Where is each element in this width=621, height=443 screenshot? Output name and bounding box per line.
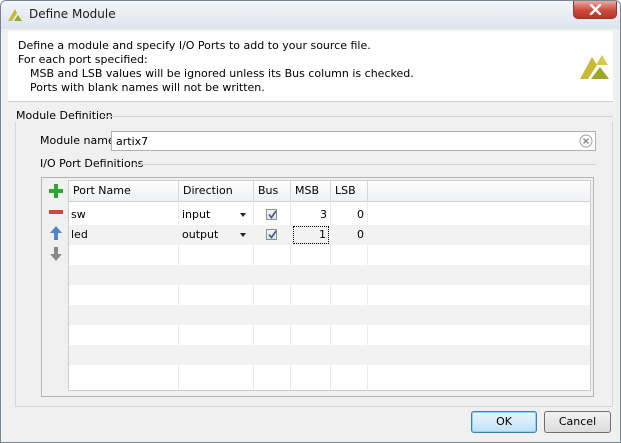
remove-icon[interactable] — [47, 203, 65, 221]
msb-cell[interactable]: 3 — [291, 205, 331, 225]
title-bar[interactable]: Define Module — [1, 1, 620, 29]
table-header: Port Name Direction Bus MSB LSB — [69, 181, 590, 202]
table-row[interactable] — [69, 365, 590, 385]
port-name-cell[interactable]: led — [71, 225, 177, 245]
table-row[interactable]: sw input 3 0 — [69, 205, 590, 225]
header-line: Define a module and specify I/O Ports to… — [18, 39, 371, 52]
ok-button[interactable]: OK — [471, 411, 537, 433]
port-name-cell[interactable]: sw — [71, 205, 177, 225]
table-row[interactable] — [69, 245, 590, 265]
close-button[interactable] — [573, 1, 617, 19]
table-row[interactable] — [69, 325, 590, 345]
define-module-dialog: Define Module Define a module and specif… — [0, 0, 621, 443]
module-definition-title: Module Definition — [16, 109, 113, 122]
bus-checkbox[interactable] — [266, 229, 277, 240]
ports-table[interactable]: Port Name Direction Bus MSB LSB sw input… — [68, 180, 591, 391]
table-row[interactable] — [69, 305, 590, 325]
move-up-icon[interactable] — [47, 224, 65, 242]
column-header-direction[interactable]: Direction — [179, 181, 254, 201]
table-row[interactable] — [69, 285, 590, 305]
table-row[interactable] — [69, 345, 590, 365]
module-name-value: artix7 — [116, 135, 149, 148]
add-icon[interactable] — [47, 182, 65, 200]
move-down-icon[interactable] — [47, 245, 65, 263]
chevron-down-icon[interactable] — [240, 213, 246, 217]
check-icon — [268, 210, 277, 219]
port-definitions-panel: Port Name Direction Bus MSB LSB sw input… — [41, 177, 594, 397]
check-icon — [268, 230, 277, 239]
direction-select[interactable]: input — [182, 205, 242, 225]
close-icon — [589, 4, 602, 15]
lsb-cell[interactable]: 0 — [331, 205, 368, 225]
direction-select[interactable]: output — [182, 225, 242, 245]
module-name-label: Module name: — [40, 134, 119, 147]
chevron-down-icon[interactable] — [240, 233, 246, 237]
table-row[interactable] — [69, 265, 590, 285]
header-panel: Define a module and specify I/O Ports to… — [8, 31, 613, 102]
column-header-lsb[interactable]: LSB — [331, 181, 368, 201]
column-header-bus[interactable]: Bus — [254, 181, 291, 201]
header-line: Ports with blank names will not be writt… — [30, 81, 265, 94]
lsb-cell[interactable]: 0 — [331, 225, 368, 245]
msb-cell[interactable]: 1 — [292, 225, 330, 245]
cancel-button[interactable]: Cancel — [544, 411, 611, 433]
column-header-msb[interactable]: MSB — [291, 181, 331, 201]
divider — [134, 164, 596, 165]
window-title: Define Module — [29, 7, 116, 21]
vivado-logo-icon — [580, 55, 609, 79]
table-row[interactable]: led output 1 0 — [69, 225, 590, 245]
header-line: MSB and LSB values will be ignored unles… — [30, 67, 414, 80]
module-name-input[interactable]: artix7 — [111, 131, 596, 151]
port-definitions-title: I/O Port Definitions — [40, 157, 144, 170]
clear-icon[interactable] — [579, 134, 593, 148]
divider — [101, 116, 613, 117]
header-line: For each port specified: — [18, 53, 148, 66]
column-header-port-name[interactable]: Port Name — [69, 181, 179, 201]
vivado-logo-icon — [8, 9, 22, 21]
bus-checkbox[interactable] — [266, 209, 277, 220]
